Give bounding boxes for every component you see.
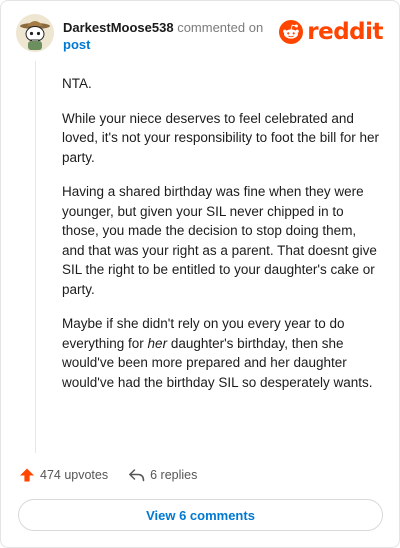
- reddit-alien-icon: [279, 20, 304, 44]
- upvote-arrow-icon: [20, 468, 34, 482]
- comment-body: NTA. While your niece deserves to feel c…: [62, 74, 380, 407]
- upvote-button[interactable]: 474 upvotes: [19, 467, 108, 483]
- comment-paragraph: Having a shared birthday was fine when t…: [62, 184, 377, 297]
- upvote-count: 474 upvotes: [40, 468, 109, 482]
- reply-count: 6 replies: [150, 468, 198, 482]
- emphasized-text: her: [147, 335, 168, 351]
- post-link[interactable]: post: [63, 36, 263, 53]
- snoo-avatar-icon: [16, 14, 54, 52]
- comment-paragraph: While your niece deserves to feel celebr…: [62, 110, 379, 165]
- reply-button[interactable]: 6 replies: [128, 468, 197, 482]
- comment-header: DarkestMoose538 commented on post: [63, 19, 263, 53]
- comment-paragraph: Maybe if she didn't rely on you every ye…: [62, 314, 380, 392]
- avatar[interactable]: [16, 14, 54, 52]
- reply-icon: [129, 469, 145, 482]
- view-comments-button[interactable]: View 6 comments: [18, 499, 383, 531]
- reddit-logo[interactable]: reddit: [279, 19, 383, 45]
- thread-line[interactable]: [35, 61, 36, 453]
- reddit-wordmark: reddit: [307, 19, 383, 45]
- action-bar: 474 upvotes 6 replies: [19, 467, 197, 483]
- comment-card: DarkestMoose538 commented on post reddit…: [0, 0, 400, 548]
- commented-on-text: commented on: [177, 20, 264, 35]
- comment-paragraph: NTA.: [62, 76, 92, 91]
- username[interactable]: DarkestMoose538: [63, 20, 174, 35]
